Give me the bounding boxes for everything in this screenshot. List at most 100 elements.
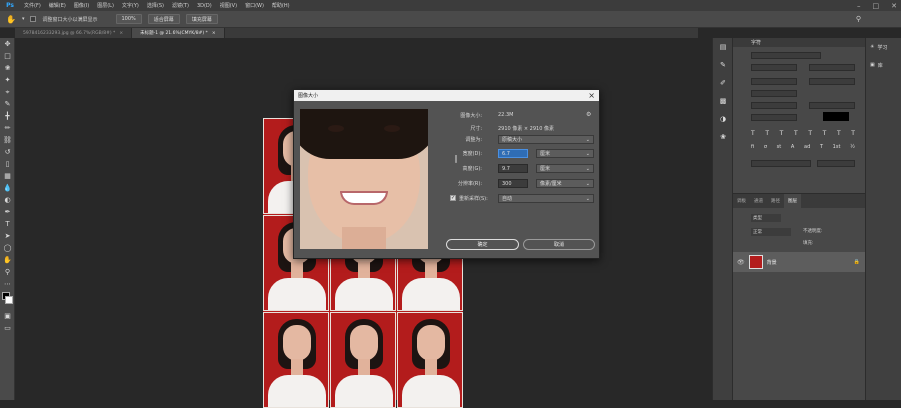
lasso-tool-icon[interactable]: ❀ <box>0 62 15 74</box>
tab-adjust[interactable]: 调板 <box>733 194 750 208</box>
menu-type[interactable]: 文字(Y) <box>118 2 143 9</box>
scale-select[interactable] <box>751 90 797 97</box>
menu-3d[interactable]: 3D(D) <box>193 3 216 9</box>
menu-edit[interactable]: 编辑(E) <box>45 2 70 9</box>
healing-brush-icon[interactable]: ╋ <box>0 110 15 122</box>
text-color-swatch[interactable] <box>823 112 849 121</box>
tab-paths[interactable]: 路径 <box>767 194 784 208</box>
styles-icon[interactable]: ❀ <box>713 128 733 146</box>
menu-select[interactable]: 选择(S) <box>143 2 168 9</box>
resolution-input[interactable]: 300 <box>498 179 528 188</box>
menu-layer[interactable]: 图层(L) <box>93 2 118 9</box>
tab-channels[interactable]: 通道 <box>750 194 767 208</box>
height-unit-select[interactable]: 厘米 ⌄ <box>536 164 594 173</box>
learn-label: 学习 <box>877 44 888 51</box>
tab-document-1[interactable]: 5978416233293.jpg @ 66.7%(RGB/8#) * × <box>15 28 133 38</box>
eye-icon[interactable]: 👁 <box>737 259 745 266</box>
font-family-select[interactable] <box>751 52 821 59</box>
baseline-shift-field[interactable] <box>751 114 797 121</box>
dodge-tool-icon[interactable]: ◐ <box>0 194 15 206</box>
width-unit-select[interactable]: 厘米 ⌄ <box>536 149 594 158</box>
adjustments-icon[interactable]: ◑ <box>713 110 733 128</box>
menu-help[interactable]: 帮助(H) <box>268 2 294 9</box>
gradient-tool-icon[interactable]: ▦ <box>0 170 15 182</box>
cancel-button[interactable]: 取消 <box>523 239 595 250</box>
options-bar: ✋ ▾ 调整窗口大小以满屏显示 100% 适合屏幕 填充屏幕 ⚲ <box>0 11 901 28</box>
quick-mask-icon[interactable]: ▣ <box>0 310 15 322</box>
resample-select[interactable]: 自动 ⌄ <box>498 194 594 203</box>
libraries-button[interactable]: ▣ 库 <box>866 56 901 74</box>
brush-settings-icon[interactable]: ✎ <box>713 56 733 74</box>
horizontal-scale-field[interactable] <box>809 102 855 109</box>
blur-tool-icon[interactable]: 💧 <box>0 182 15 194</box>
minimize-icon[interactable]: – <box>857 2 861 10</box>
maximize-icon[interactable]: □ <box>873 2 880 10</box>
tab-document-2[interactable]: 未标题-1 @ 21.6%(CMYK/8#) * × <box>132 28 225 38</box>
tab-layers[interactable]: 图层 <box>784 194 801 208</box>
blend-mode-select[interactable]: 正常 <box>751 228 791 236</box>
font-style-select[interactable] <box>751 64 797 71</box>
quick-select-tool-icon[interactable]: ✦ <box>0 74 15 86</box>
close-icon[interactable]: × <box>212 31 216 36</box>
libraries-label: 库 <box>877 62 883 69</box>
history-brush-icon[interactable]: ↺ <box>0 146 15 158</box>
marquee-tool-icon[interactable]: □ <box>0 50 15 62</box>
type-tool-icon[interactable]: T <box>0 218 15 230</box>
menu-window[interactable]: 窗口(W) <box>241 2 268 9</box>
path-select-icon[interactable]: ➤ <box>0 230 15 242</box>
text-style-buttons[interactable]: TTTTTTTT <box>751 130 855 138</box>
character-panel: 字符 TTTTTTTT fi σ st Aad T 1st ½ <box>732 38 865 193</box>
kerning-select[interactable] <box>751 78 797 85</box>
gear-icon[interactable]: ⚙ <box>586 111 591 118</box>
resolution-unit-select[interactable]: 像素/厘米 ⌄ <box>536 179 594 188</box>
close-icon[interactable]: × <box>119 31 123 36</box>
close-icon[interactable]: ✕ <box>891 2 897 10</box>
chevron-down-icon[interactable]: ▾ <box>22 16 25 22</box>
height-input[interactable]: 9.7 <box>498 164 528 173</box>
tracking-select[interactable] <box>809 78 855 85</box>
opentype-buttons[interactable]: fi σ st Aad T 1st ½ <box>751 144 855 152</box>
chevron-down-icon: ⌄ <box>585 136 590 143</box>
resample-checkbox[interactable]: ✓ <box>450 195 456 201</box>
color-swatches-icon[interactable] <box>0 290 15 310</box>
brush-tool-icon[interactable]: ✏ <box>0 122 15 134</box>
ellipse-tool-icon[interactable]: ◯ <box>0 242 15 254</box>
history-panel-icon[interactable]: ▤ <box>713 38 733 56</box>
dialog-titlebar[interactable]: 图像大小 × <box>294 90 599 101</box>
layer-row[interactable]: 👁 背景 🔒 <box>733 252 866 272</box>
language-select[interactable] <box>751 160 811 167</box>
fit-screen-button[interactable]: 适合屏幕 <box>147 14 180 24</box>
eyedropper-tool-icon[interactable]: ✎ <box>0 98 15 110</box>
antialias-select[interactable] <box>817 160 855 167</box>
zoom-100-button[interactable]: 100% <box>115 14 142 24</box>
image-preview[interactable] <box>300 109 428 249</box>
vertical-scale-field[interactable] <box>751 102 797 109</box>
layer-kind-filter[interactable]: 类型 <box>751 214 781 222</box>
crop-tool-icon[interactable]: ⌖ <box>0 86 15 98</box>
close-icon[interactable]: × <box>588 90 595 101</box>
pen-tool-icon[interactable]: ✒ <box>0 206 15 218</box>
hand-tool-icon[interactable]: ✋ <box>6 15 16 24</box>
clone-stamp-icon[interactable]: ⛓ <box>0 134 15 146</box>
leading-select[interactable] <box>809 64 855 71</box>
ok-button[interactable]: 确定 <box>446 239 519 250</box>
zoom-tool-icon[interactable]: ⚲ <box>0 266 15 278</box>
tool-presets-icon[interactable]: ✐ <box>713 74 733 92</box>
hand-tool-icon[interactable]: ✋ <box>0 254 15 266</box>
more-tools-icon[interactable]: ⋯ <box>0 278 15 290</box>
eraser-tool-icon[interactable]: ▯ <box>0 158 15 170</box>
resize-windows-checkbox[interactable] <box>30 16 37 22</box>
menu-image[interactable]: 图像(I) <box>70 2 93 9</box>
move-tool-icon[interactable]: ✥ <box>0 38 15 50</box>
clone-source-icon[interactable]: ▩ <box>713 92 733 110</box>
fill-screen-button[interactable]: 填充屏幕 <box>185 14 218 24</box>
menu-file[interactable]: 文件(F) <box>20 2 45 9</box>
search-icon[interactable]: ⚲ <box>856 15 861 23</box>
menu-view[interactable]: 视图(V) <box>216 2 241 9</box>
width-input[interactable]: 6.7 <box>498 149 528 158</box>
learn-button[interactable]: ☀ 学习 <box>866 38 901 56</box>
screen-mode-icon[interactable]: ▭ <box>0 322 15 334</box>
menu-filter[interactable]: 滤镜(T) <box>168 2 193 9</box>
dimensions-label: 尺寸: <box>470 126 482 132</box>
fit-to-select[interactable]: 原稿大小 ⌄ <box>498 135 594 144</box>
